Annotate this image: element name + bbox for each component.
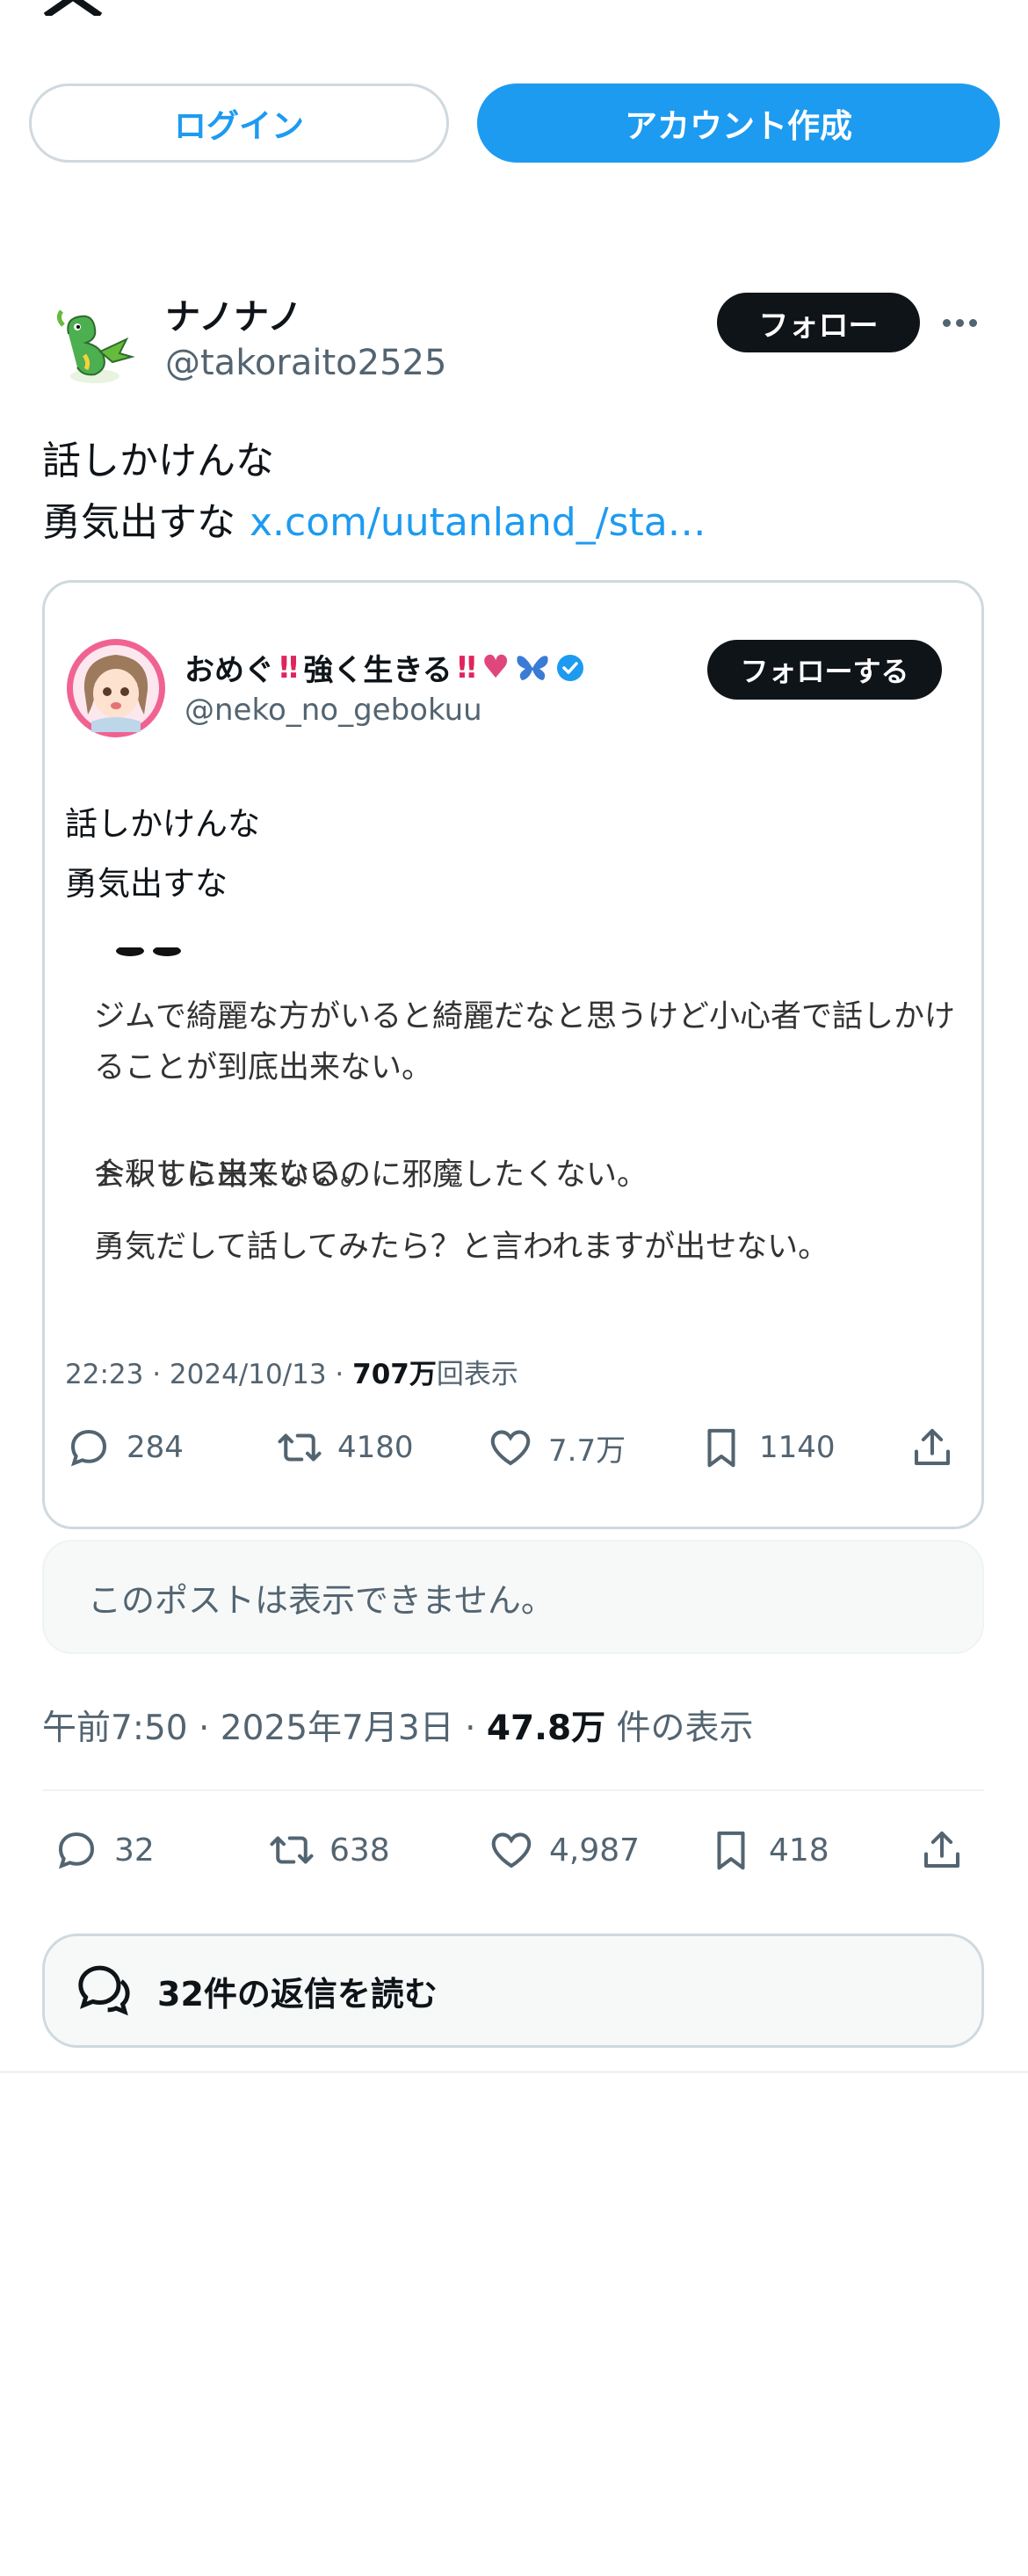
embedded-text-line2: 勇気出すな bbox=[65, 865, 228, 903]
post-timestamp-views: 午前7:50 · 2025年7月3日 · 47.8万 件の表示 bbox=[42, 1709, 754, 1748]
x-logo-icon[interactable] bbox=[42, 0, 104, 16]
embedded-action-bar: 284 4180 7.7万 1140 bbox=[65, 1424, 970, 1477]
embedded-reply-count: 284 bbox=[127, 1430, 184, 1465]
post-action-bar: 32 638 4,987 418 bbox=[53, 1826, 984, 1879]
more-options-icon[interactable] bbox=[943, 309, 987, 336]
embedded-views-count: 707万 bbox=[352, 1359, 437, 1390]
embedded-repost-count: 4180 bbox=[337, 1430, 414, 1465]
bookmark-icon bbox=[707, 1428, 735, 1468]
embedded-views-label: 回表示 bbox=[436, 1359, 518, 1390]
embedded-like-button[interactable]: 7.7万 bbox=[487, 1424, 626, 1471]
embedded-repost-button[interactable]: 4180 bbox=[276, 1424, 414, 1471]
sparkling-heart-emoji: ♥ bbox=[481, 649, 510, 686]
repost-icon bbox=[270, 1836, 314, 1864]
post-text-line1: 話しかけんな bbox=[42, 439, 274, 483]
share-icon bbox=[923, 1831, 960, 1869]
embedded-timestamp-views: 22:23 · 2024/10/13 · 707万回表示 bbox=[65, 1352, 518, 1391]
author-avatar[interactable] bbox=[51, 299, 141, 388]
author-handle[interactable]: @takoraito2525 bbox=[165, 343, 446, 383]
reply-button[interactable]: 32 bbox=[53, 1826, 155, 1874]
divider bbox=[0, 2071, 1028, 2073]
embedded-name-part1: おめぐ bbox=[185, 653, 274, 688]
embedded-name-part2: 強く生きる bbox=[303, 653, 452, 688]
embedded-author-avatar[interactable] bbox=[65, 637, 167, 739]
post-text-line2-label: 勇気出すな bbox=[42, 500, 235, 545]
embedded-time-date: 22:23 · 2024/10/13 · bbox=[65, 1359, 353, 1390]
create-account-button[interactable]: アカウント作成 bbox=[477, 83, 1000, 163]
bookmark-icon bbox=[717, 1831, 745, 1870]
embedded-bookmark-count: 1140 bbox=[759, 1430, 836, 1465]
double-exclamation-emoji: ‼ bbox=[457, 649, 476, 686]
share-icon bbox=[914, 1428, 951, 1466]
post-views-count: 47.8万 bbox=[486, 1709, 606, 1748]
embedded-bookmark-button[interactable]: 1140 bbox=[698, 1424, 836, 1471]
repost-icon bbox=[278, 1433, 322, 1462]
embedded-like-count: 7.7万 bbox=[548, 1433, 626, 1469]
author-name[interactable]: ナノナノ bbox=[165, 288, 302, 339]
double-exclamation-emoji: ‼ bbox=[279, 649, 299, 686]
divider bbox=[42, 1789, 984, 1791]
login-button[interactable]: ログイン bbox=[29, 83, 449, 163]
post-time[interactable]: 午前7:50 bbox=[42, 1709, 188, 1748]
embedded-author-handle[interactable]: @neko_no_gebokuu bbox=[185, 693, 482, 728]
cropped-image-edge bbox=[116, 947, 181, 956]
embedded-author-name[interactable]: おめぐ ‼ 強く生きる ‼ ♥ bbox=[185, 646, 585, 689]
heart-icon bbox=[490, 1430, 531, 1466]
repost-count: 638 bbox=[329, 1832, 390, 1869]
quoted-image-text-line1: ジムで綺麗な方がいると綺麗だなと思うけど小心者で話しかけることが到底出来ない。 bbox=[94, 999, 956, 1085]
embedded-follow-button[interactable]: フォローする bbox=[707, 640, 942, 700]
like-button[interactable]: 4,987 bbox=[488, 1826, 640, 1874]
butterfly-emoji bbox=[517, 655, 548, 680]
embedded-reply-button[interactable]: 284 bbox=[65, 1424, 184, 1471]
post-unavailable-notice: このポストは表示できません。 bbox=[42, 1540, 984, 1654]
follow-button[interactable]: フォロー bbox=[717, 293, 920, 352]
share-button[interactable] bbox=[918, 1826, 966, 1874]
heart-icon bbox=[491, 1832, 532, 1869]
read-replies-button[interactable]: 32件の返信を読む bbox=[42, 1934, 984, 2048]
quoted-image-text-line3-label: トレしに来ているのに邪魔したくない。 bbox=[94, 1157, 648, 1193]
embedded-text-line1: 話しかけんな bbox=[65, 805, 260, 843]
reply-count: 32 bbox=[114, 1832, 155, 1869]
bookmark-count: 418 bbox=[769, 1832, 829, 1869]
like-count: 4,987 bbox=[549, 1832, 641, 1869]
speech-bubbles-icon bbox=[78, 1965, 130, 2016]
repost-button[interactable]: 638 bbox=[268, 1826, 390, 1874]
verified-badge-icon bbox=[557, 654, 584, 681]
bookmark-button[interactable]: 418 bbox=[707, 1826, 829, 1874]
reply-icon bbox=[58, 1832, 95, 1869]
post-date[interactable]: 2025年7月3日 bbox=[221, 1709, 454, 1748]
quoted-post-link[interactable]: x.com/uutanland_/sta… bbox=[250, 500, 706, 545]
post-text-line2: 勇気出すな x.com/uutanland_/sta… bbox=[42, 490, 706, 547]
quoted-image-text-line4: 勇気だして話してみたら？と言われますが出せない。 bbox=[94, 1230, 829, 1265]
post-views-label: 件の表示 bbox=[616, 1709, 754, 1748]
read-replies-label: 32件の返信を読む bbox=[157, 1974, 438, 2014]
reply-icon bbox=[70, 1429, 107, 1467]
embedded-share-button[interactable] bbox=[909, 1424, 956, 1471]
